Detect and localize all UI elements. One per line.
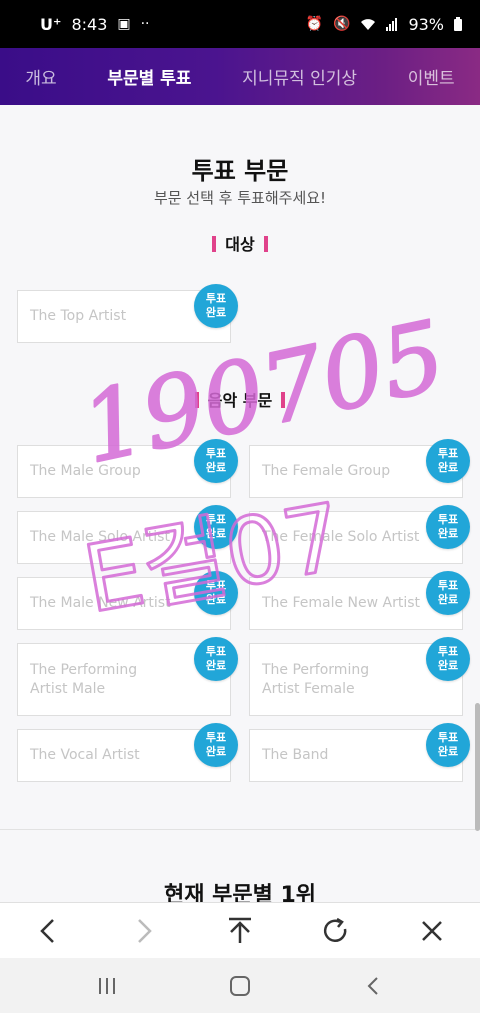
card-label: The Vocal Artist — [30, 747, 140, 763]
vote-complete-badge: 투표 완료 — [194, 637, 238, 681]
forward-icon[interactable] — [120, 907, 168, 955]
browser-toolbar — [0, 902, 480, 958]
tab-overview[interactable]: 개요 — [19, 64, 62, 89]
tab-event[interactable]: 이벤트 — [402, 64, 461, 89]
home-icon[interactable] — [216, 966, 264, 1006]
carrier-label: U⁺ — [40, 14, 62, 34]
recent-apps-icon[interactable] — [83, 966, 131, 1006]
page-subtitle: 부문 선택 후 투표해주세요! — [153, 189, 327, 207]
signal-icon — [386, 18, 398, 31]
tab-vote-by-category[interactable]: 부문별 투표 — [101, 64, 197, 89]
battery-icon — [454, 17, 462, 31]
category-card-female-group[interactable]: The Female Group 투표 완료 — [249, 439, 470, 498]
category-card-band[interactable]: The Band 투표 완료 — [249, 723, 470, 782]
card-label: The Top Artist — [30, 308, 127, 324]
alarm-icon: ⏰ — [305, 16, 323, 32]
music-category-heading-label: 음악 부문 — [207, 391, 273, 410]
mute-icon: 🔇 — [333, 16, 351, 32]
card-label: The Male Solo Artist — [30, 529, 170, 545]
system-back-icon[interactable] — [349, 966, 397, 1006]
heading-accent-bar — [194, 392, 199, 408]
category-card-performing-artist-male[interactable]: The Performing Artist Male 투표 완료 — [17, 637, 238, 716]
category-card-top-artist[interactable]: The Top Artist 투표 완료 — [17, 284, 238, 343]
grand-prize-heading-label: 대상 — [225, 235, 255, 254]
vote-complete-badge: 투표 완료 — [194, 723, 238, 767]
more-notifications-icon: ·· — [140, 16, 150, 32]
heading-accent-bar — [281, 392, 286, 408]
card-label: The Female Group — [262, 463, 391, 479]
vote-complete-badge: 투표 완료 — [194, 284, 238, 328]
vote-complete-badge: 투표 완료 — [426, 723, 470, 767]
current-leaders-title: 현재 부문별 1위 — [163, 883, 317, 902]
vote-complete-badge: 투표 완료 — [194, 439, 238, 483]
vote-complete-badge: 투표 완료 — [426, 571, 470, 615]
vote-complete-badge: 투표 완료 — [426, 637, 470, 681]
heading-accent-bar — [212, 236, 217, 252]
close-icon[interactable] — [408, 907, 456, 955]
card-label: The Female Solo Artist — [262, 529, 420, 545]
wifi-icon — [361, 19, 376, 30]
vote-complete-badge: 투표 완료 — [426, 505, 470, 549]
category-card-female-solo-artist[interactable]: The Female Solo Artist 투표 완료 — [249, 505, 470, 564]
vote-complete-badge: 투표 완료 — [426, 439, 470, 483]
card-label: The Male Group — [30, 463, 141, 479]
category-tab-bar: 개요 부문별 투표 지니뮤직 인기상 이벤트 — [0, 48, 480, 105]
card-label: The Female New Artist — [262, 595, 421, 611]
category-card-male-new-artist[interactable]: The Male New Artist 투표 완료 — [17, 571, 238, 630]
card-label: The Male New Artist — [30, 595, 171, 611]
status-bar: U⁺ 8:43 ▣ ·· ⏰ 🔇 93% — [0, 0, 480, 48]
category-card-performing-artist-female[interactable]: The Performing Artist Female 투표 완료 — [249, 637, 470, 716]
vote-complete-badge: 투표 완료 — [194, 505, 238, 549]
clock: 8:43 — [71, 14, 108, 34]
vote-complete-badge: 투표 완료 — [194, 571, 238, 615]
scrollbar[interactable] — [475, 703, 480, 831]
tab-genie-popularity[interactable]: 지니뮤직 인기상 — [236, 64, 363, 89]
music-category-heading: 음악 부문 — [0, 387, 480, 411]
category-card-male-group[interactable]: The Male Group 투표 완료 — [17, 439, 238, 498]
refresh-icon[interactable] — [312, 907, 360, 955]
grand-prize-heading: 대상 — [0, 231, 480, 255]
category-card-female-new-artist[interactable]: The Female New Artist 투표 완료 — [249, 571, 470, 630]
card-label: The Band — [262, 747, 329, 763]
scroll-top-icon[interactable] — [216, 907, 264, 955]
card-label: The Performing Artist Male — [30, 661, 138, 697]
heading-accent-bar — [263, 236, 268, 252]
card-label: The Performing Artist Female — [262, 661, 370, 697]
section-divider — [0, 829, 480, 830]
vote-page-content: 투표 부문 부문 선택 후 투표해주세요! 대상 The Top Artist … — [0, 105, 480, 902]
page-title: 투표 부문 — [191, 157, 289, 185]
category-card-vocal-artist[interactable]: The Vocal Artist 투표 완료 — [17, 723, 238, 782]
category-card-male-solo-artist[interactable]: The Male Solo Artist 투표 완료 — [17, 505, 238, 564]
image-notification-icon: ▣ — [117, 16, 131, 32]
battery-percent: 93% — [408, 14, 444, 34]
system-nav-bar — [0, 958, 480, 1013]
back-icon[interactable] — [24, 907, 72, 955]
